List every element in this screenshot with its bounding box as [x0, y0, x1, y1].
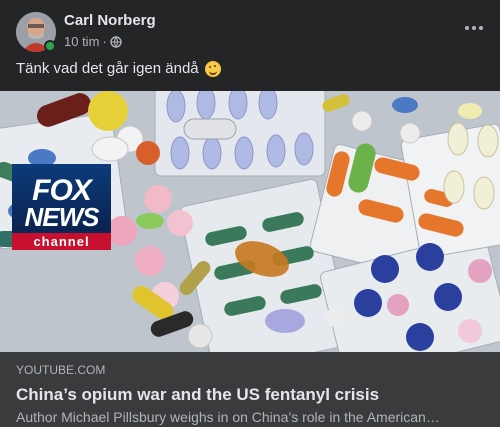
link-preview-info[interactable]: YOUTUBE.COM China’s opium war and the US… [0, 352, 500, 427]
link-title[interactable]: China’s opium war and the US fentanyl cr… [16, 385, 484, 405]
more-options-icon[interactable] [462, 18, 486, 38]
more-dot [472, 26, 476, 30]
winking-face-with-tongue-emoji [204, 60, 221, 77]
post-header: Carl Norberg 10 tim · [0, 0, 500, 56]
fox-news-logo: FOX NEWS channel [12, 164, 111, 250]
online-status-indicator [44, 40, 56, 52]
author-name[interactable]: Carl Norberg [64, 12, 156, 29]
more-dot [465, 26, 469, 30]
post-text: Tänk vad det går igen ändå [16, 60, 221, 77]
globe-icon[interactable] [110, 35, 122, 48]
post-time[interactable]: 10 tim [64, 34, 99, 49]
link-description: Author Michael Pillsbury weighs in on Ch… [16, 409, 440, 425]
post-message: Tänk vad det går igen ändå [16, 60, 199, 77]
meta-separator: · [102, 34, 107, 49]
more-dot [479, 26, 483, 30]
link-domain: YOUTUBE.COM [16, 363, 106, 377]
post-meta: 10 tim · [64, 34, 122, 49]
fox-logo-line3: channel [12, 233, 111, 250]
fox-logo-line2: NEWS [24, 202, 100, 232]
